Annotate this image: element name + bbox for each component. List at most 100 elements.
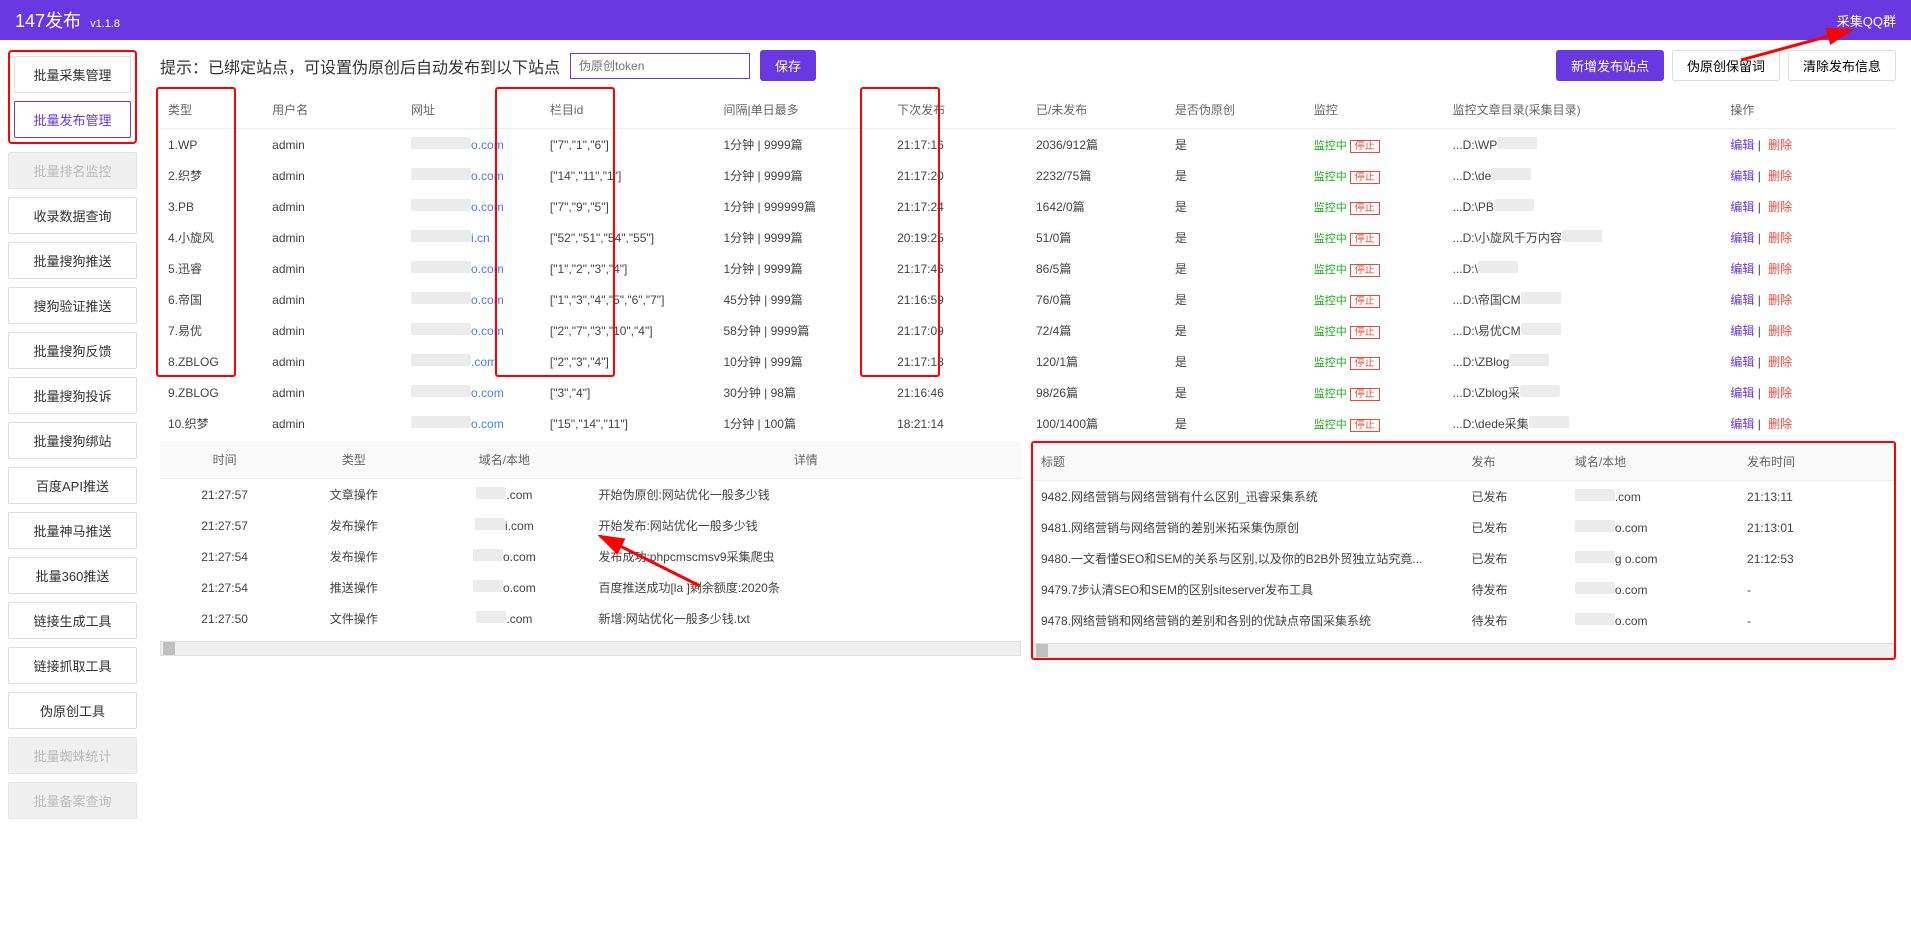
sidebar-item-sogou-bind[interactable]: 批量搜狗绑站 bbox=[8, 422, 137, 459]
delete-link[interactable]: 删除 bbox=[1768, 200, 1792, 214]
stop-button[interactable]: 停止 bbox=[1350, 202, 1380, 215]
log-row: 9482.网络营销与网络营销有什么区别_迅睿采集系统已发布.com21:13:1… bbox=[1033, 481, 1894, 513]
cell-pseudo: 是 bbox=[1167, 253, 1306, 284]
table-row: 10.织梦admino.com["15","14","11"]1分钟 | 100… bbox=[160, 408, 1896, 439]
cell-pub: 120/1篇 bbox=[1028, 346, 1167, 377]
cell-type: 9.ZBLOG bbox=[160, 377, 264, 408]
stop-button[interactable]: 停止 bbox=[1350, 295, 1380, 308]
stop-button[interactable]: 停止 bbox=[1350, 171, 1380, 184]
scrollbar-left[interactable] bbox=[160, 641, 1021, 656]
app-header: 147发布 v1.1.8 采集QQ群 bbox=[0, 0, 1911, 40]
sidebar-item-sogou-verify[interactable]: 搜狗验证推送 bbox=[8, 287, 137, 324]
stop-button[interactable]: 停止 bbox=[1350, 357, 1380, 370]
cell-url[interactable]: o.com bbox=[403, 408, 542, 439]
sidebar-item-sogou-push[interactable]: 批量搜狗推送 bbox=[8, 242, 137, 279]
delete-link[interactable]: 删除 bbox=[1768, 138, 1792, 152]
sidebar-item-publish[interactable]: 批量发布管理 bbox=[14, 101, 131, 138]
sidebar-item-rank: 批量排名监控 bbox=[8, 152, 137, 189]
sidebar-item-pseudo[interactable]: 伪原创工具 bbox=[8, 692, 137, 729]
delete-link[interactable]: 删除 bbox=[1768, 231, 1792, 245]
sidebar-item-baidu-api[interactable]: 百度API推送 bbox=[8, 467, 137, 504]
reserve-word-button[interactable]: 伪原创保留词 bbox=[1672, 50, 1780, 81]
cell-ops: 编辑 | 删除 bbox=[1722, 284, 1896, 315]
cell-pub: 100/1400篇 bbox=[1028, 408, 1167, 439]
stop-button[interactable]: 停止 bbox=[1350, 264, 1380, 277]
add-site-button[interactable]: 新增发布站点 bbox=[1556, 50, 1664, 81]
cell-pub: 2232/75篇 bbox=[1028, 160, 1167, 191]
cell-pseudo: 是 bbox=[1167, 284, 1306, 315]
clear-publish-button[interactable]: 清除发布信息 bbox=[1788, 50, 1896, 81]
sidebar-item-link-gen[interactable]: 链接生成工具 bbox=[8, 602, 137, 639]
edit-link[interactable]: 编辑 bbox=[1730, 169, 1754, 183]
edit-link[interactable]: 编辑 bbox=[1730, 293, 1754, 307]
cell-dir: ...D:\ bbox=[1445, 253, 1723, 284]
delete-link[interactable]: 删除 bbox=[1768, 417, 1792, 431]
sidebar-item-beian: 批量备案查询 bbox=[8, 782, 137, 819]
cell-pub: 98/26篇 bbox=[1028, 377, 1167, 408]
edit-link[interactable]: 编辑 bbox=[1730, 231, 1754, 245]
cell-user: admin bbox=[264, 315, 403, 346]
cell-monitor: 监控中停止 bbox=[1306, 129, 1445, 161]
cell-pseudo: 是 bbox=[1167, 129, 1306, 161]
delete-link[interactable]: 删除 bbox=[1768, 386, 1792, 400]
scrollbar-right[interactable] bbox=[1033, 643, 1894, 658]
cell-dir: ...D:\dede采集 bbox=[1445, 408, 1723, 439]
cell-user: admin bbox=[264, 377, 403, 408]
content-area: 提示：已绑定站点，可设置伪原创后自动发布到以下站点 保存 新增发布站点 伪原创保… bbox=[145, 40, 1911, 829]
cell-dir: ...D:\PB bbox=[1445, 191, 1723, 222]
log-row: 21:27:54发布操作o.com发布成功:phpcmscmsv9采集爬虫 bbox=[160, 541, 1021, 572]
save-button[interactable]: 保存 bbox=[760, 50, 816, 81]
edit-link[interactable]: 编辑 bbox=[1730, 417, 1754, 431]
cell-pub: 72/4篇 bbox=[1028, 315, 1167, 346]
table-row: 2.织梦admino.com["14","11","1"]1分钟 | 9999篇… bbox=[160, 160, 1896, 191]
stop-button[interactable]: 停止 bbox=[1350, 326, 1380, 339]
delete-link[interactable]: 删除 bbox=[1768, 324, 1792, 338]
cell-pub: 76/0篇 bbox=[1028, 284, 1167, 315]
cell-type: 10.织梦 bbox=[160, 408, 264, 439]
stop-button[interactable]: 停止 bbox=[1350, 388, 1380, 401]
topbar: 提示：已绑定站点，可设置伪原创后自动发布到以下站点 保存 新增发布站点 伪原创保… bbox=[160, 50, 1896, 81]
log-row: 9479.7步认清SEO和SEM的区别siteserver发布工具待发布o.co… bbox=[1033, 574, 1894, 605]
delete-link[interactable]: 删除 bbox=[1768, 355, 1792, 369]
edit-link[interactable]: 编辑 bbox=[1730, 355, 1754, 369]
cell-next: 18:21:14 bbox=[889, 408, 1028, 439]
stop-button[interactable]: 停止 bbox=[1350, 419, 1380, 432]
sidebar-item-link-grab[interactable]: 链接抓取工具 bbox=[8, 647, 137, 684]
sidebar-item-360[interactable]: 批量360推送 bbox=[8, 557, 137, 594]
header-qq-link[interactable]: 采集QQ群 bbox=[1837, 11, 1896, 30]
log-row: 9481.网络营销与网络营销的差别米拓采集伪原创已发布o.com21:13:01 bbox=[1033, 512, 1894, 543]
edit-link[interactable]: 编辑 bbox=[1730, 262, 1754, 276]
delete-link[interactable]: 删除 bbox=[1768, 262, 1792, 276]
edit-link[interactable]: 编辑 bbox=[1730, 324, 1754, 338]
cell-dir: ...D:\de bbox=[1445, 160, 1723, 191]
cell-pseudo: 是 bbox=[1167, 315, 1306, 346]
sidebar-item-sogou-feedback[interactable]: 批量搜狗反馈 bbox=[8, 332, 137, 369]
log-row: 9480.一文看懂SEO和SEM的关系与区别,以及你的B2B外贸独立站究竟...… bbox=[1033, 543, 1894, 574]
cell-url[interactable]: o.com bbox=[403, 377, 542, 408]
cell-user: admin bbox=[264, 408, 403, 439]
log-right-panel: 标题发布域名/本地发布时间 9482.网络营销与网络营销有什么区别_迅睿采集系统… bbox=[1031, 441, 1896, 660]
edit-link[interactable]: 编辑 bbox=[1730, 200, 1754, 214]
cell-ops: 编辑 | 删除 bbox=[1722, 160, 1896, 191]
col-header: 域名/本地 bbox=[1567, 443, 1739, 481]
cell-ops: 编辑 | 删除 bbox=[1722, 315, 1896, 346]
token-input[interactable] bbox=[570, 53, 750, 79]
cell-monitor: 监控中停止 bbox=[1306, 191, 1445, 222]
edit-link[interactable]: 编辑 bbox=[1730, 386, 1754, 400]
stop-button[interactable]: 停止 bbox=[1350, 233, 1380, 246]
stop-button[interactable]: 停止 bbox=[1350, 140, 1380, 153]
log-row: 9478.网络营销和网络营销的差别和各别的优缺点帝国采集系统待发布o.com- bbox=[1033, 605, 1894, 636]
cell-monitor: 监控中停止 bbox=[1306, 315, 1445, 346]
cell-monitor: 监控中停止 bbox=[1306, 377, 1445, 408]
col-header: 操作 bbox=[1722, 91, 1896, 129]
edit-link[interactable]: 编辑 bbox=[1730, 138, 1754, 152]
table-row: 1.WPadmino.com["7","1","6"]1分钟 | 9999篇21… bbox=[160, 129, 1896, 161]
sidebar-item-shenma[interactable]: 批量神马推送 bbox=[8, 512, 137, 549]
col-header: 详情 bbox=[590, 441, 1021, 479]
sidebar-item-collect[interactable]: 批量采集管理 bbox=[14, 56, 131, 93]
sidebar-item-sogou-complain[interactable]: 批量搜狗投诉 bbox=[8, 377, 137, 414]
delete-link[interactable]: 删除 bbox=[1768, 293, 1792, 307]
sidebar-item-index-query[interactable]: 收录数据查询 bbox=[8, 197, 137, 234]
delete-link[interactable]: 删除 bbox=[1768, 169, 1792, 183]
sidebar: 批量采集管理 批量发布管理 批量排名监控 收录数据查询 批量搜狗推送 搜狗验证推… bbox=[0, 40, 145, 829]
